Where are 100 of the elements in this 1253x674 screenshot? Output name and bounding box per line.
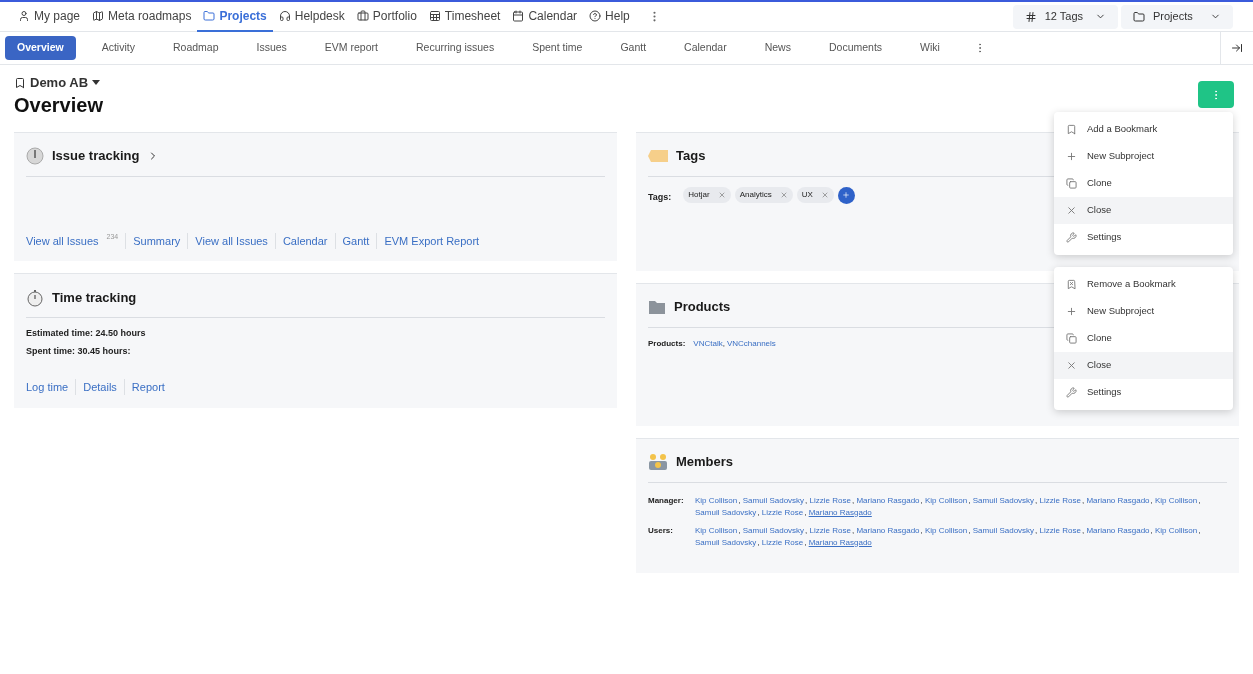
remove-icon[interactable]	[717, 190, 726, 199]
member-link[interactable]: Lizzie Rose	[809, 494, 851, 507]
nav-link[interactable]: Help	[583, 2, 636, 32]
time-text: Spent time: 30.45 hours:	[26, 344, 132, 358]
card-title: Tags	[676, 147, 706, 166]
member-link[interactable]: Mariano Rasgado	[856, 524, 920, 537]
tab[interactable]: EVM report	[312, 36, 390, 60]
member-link[interactable]: Kip Collison	[695, 494, 738, 507]
member-link[interactable]: Kip Collison	[695, 524, 738, 537]
member-link[interactable]: Samuil Sadovsky	[742, 494, 805, 507]
member-link[interactable]: Kip Collison	[925, 494, 968, 507]
hash-icon	[1024, 10, 1037, 23]
card-link[interactable]: EVM Export Report	[384, 232, 480, 249]
card-link[interactable]: Report	[131, 379, 165, 396]
map-icon	[92, 9, 105, 22]
tab[interactable]: Documents	[816, 36, 895, 60]
project-name[interactable]: Demo AB	[30, 73, 89, 93]
tab[interactable]: Wiki	[908, 36, 952, 60]
separator: ,	[805, 494, 808, 507]
gauge-icon	[26, 147, 44, 165]
member-link[interactable]: Lizzie Rose	[761, 506, 804, 519]
tab[interactable]: Issues	[244, 36, 299, 60]
member-link[interactable]: Kip Collison	[1155, 494, 1198, 507]
card-link[interactable]: Details	[83, 379, 117, 396]
member-link[interactable]: Lizzie Rose	[1039, 524, 1081, 537]
menu-item[interactable]: Settings	[1054, 379, 1233, 406]
member-link[interactable]: Samuil Sadovsky	[972, 524, 1035, 537]
tab[interactable]: Activity	[89, 36, 147, 60]
menu-item[interactable]: Close	[1054, 197, 1233, 224]
member-link[interactable]: Lizzie Rose	[1039, 494, 1081, 507]
member-link[interactable]: Mariano Rasgado	[1086, 524, 1150, 537]
tag-chip: Hotjar	[683, 186, 731, 203]
nav-link[interactable]: Timesheet	[422, 2, 507, 32]
member-link[interactable]: Lizzie Rose	[809, 524, 851, 537]
card-link[interactable]: View all Issues	[26, 232, 99, 249]
member-link[interactable]: Kip Collison	[1155, 524, 1198, 537]
member-link[interactable]: Mariano Rasgado	[1086, 494, 1150, 507]
separator: ,	[1081, 524, 1085, 537]
menu-item[interactable]: New Subproject	[1054, 143, 1233, 170]
menu-item[interactable]: Clone	[1054, 170, 1233, 197]
projects-dropdown[interactable]: Projects	[1121, 4, 1233, 29]
tab[interactable]: Gantt	[608, 36, 659, 60]
bookmark-off-icon	[1066, 279, 1077, 290]
nav-link[interactable]: Projects	[197, 2, 273, 32]
member-link[interactable]: Samuil Sadovsky	[695, 536, 757, 549]
member-link[interactable]: Mariano Rasgado	[856, 494, 920, 507]
tab[interactable]: Roadmap	[160, 36, 231, 60]
folder-icon	[1133, 10, 1145, 23]
tab[interactable]: News	[752, 36, 803, 60]
member-link[interactable]: Lizzie Rose	[761, 536, 804, 549]
menu-item[interactable]: Close	[1054, 352, 1233, 379]
member-link[interactable]: Samuil Sadovsky	[695, 506, 757, 519]
wrench-icon	[1066, 387, 1077, 398]
members-label: Manager:	[648, 494, 685, 507]
separator: ,	[851, 494, 855, 507]
product-link[interactable]: VNCchannels	[726, 338, 776, 348]
tab[interactable]: Overview	[5, 36, 76, 60]
separator: ,	[1198, 494, 1201, 507]
separator: ,	[805, 524, 808, 537]
caret-icon[interactable]	[92, 80, 101, 86]
member-link[interactable]: Mariano Rasgado	[808, 536, 872, 549]
tab[interactable]: Spent time	[520, 36, 595, 60]
menu-item[interactable]: Settings	[1054, 224, 1233, 251]
separator: ,	[738, 524, 741, 537]
separator: ,	[1198, 524, 1201, 537]
remove-icon[interactable]	[820, 190, 829, 199]
nav-link[interactable]: Helpdesk	[272, 2, 351, 32]
member-link[interactable]: Samuil Sadovsky	[972, 494, 1035, 507]
menu-item[interactable]: New Subproject	[1054, 298, 1233, 325]
bookmark-icon[interactable]	[14, 76, 26, 89]
nav-link[interactable]: Meta roadmaps	[86, 2, 198, 32]
tab[interactable]: Recurring issues	[403, 36, 507, 60]
card-link[interactable]: Summary	[133, 232, 181, 249]
remove-icon[interactable]	[779, 190, 788, 199]
card-title: Products	[674, 298, 731, 317]
people-icon	[648, 453, 668, 471]
member-link[interactable]: Samuil Sadovsky	[742, 524, 805, 537]
menu-item[interactable]: Clone	[1054, 325, 1233, 352]
menu-item[interactable]: Add a Bookmark	[1054, 116, 1233, 143]
card-link[interactable]: Log time	[26, 379, 69, 396]
card-link[interactable]: View all Issues	[195, 232, 268, 249]
member-link[interactable]: Kip Collison	[925, 524, 968, 537]
tab[interactable]: Calendar	[672, 36, 739, 60]
add-tag-button[interactable]	[837, 186, 855, 204]
member-link[interactable]: Mariano Rasgado	[808, 506, 872, 519]
nav-link[interactable]: Portfolio	[350, 2, 423, 32]
plus-icon	[1066, 306, 1077, 317]
plus-icon	[1066, 151, 1077, 162]
nav-link[interactable]: My page	[12, 2, 87, 32]
nav-link[interactable]: Calendar	[506, 2, 584, 32]
tags-label: Tags:	[648, 190, 672, 204]
product-link[interactable]: VNCtalk	[693, 338, 723, 348]
copy-icon	[1066, 333, 1077, 344]
bookmark-icon	[1066, 124, 1077, 135]
card-link[interactable]: Gantt	[342, 232, 370, 249]
plus-icon	[842, 191, 851, 199]
menu-item[interactable]: Remove a Bookmark	[1054, 271, 1233, 298]
collapse-icon[interactable]	[1231, 42, 1243, 54]
tags-dropdown[interactable]: 12 Tags	[1012, 4, 1118, 29]
card-link[interactable]: Calendar	[282, 232, 328, 249]
